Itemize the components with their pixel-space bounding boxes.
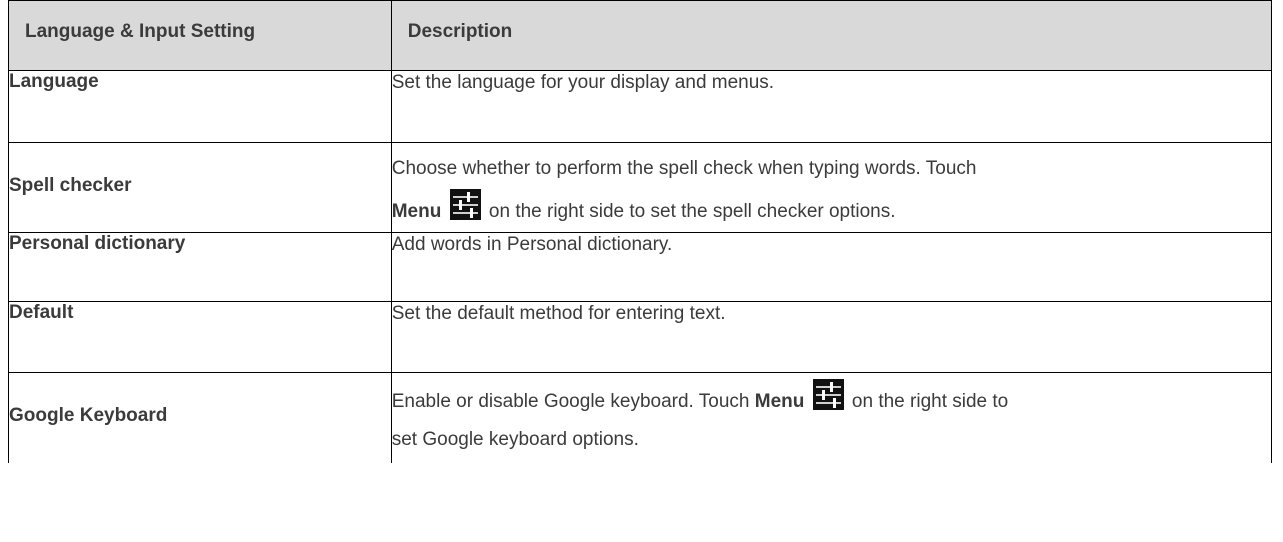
menu-label: Menu: [391, 201, 442, 222]
setting-description: Choose whether to perform the spell chec…: [390, 142, 1273, 233]
description-text: on the right side to set the spell check…: [488, 201, 896, 222]
setting-description: Set the language for your display and me…: [390, 70, 1273, 143]
description-text: on the right side to: [851, 391, 1009, 412]
settings-sliders-icon: [449, 189, 481, 220]
setting-description: Set the default method for entering text…: [390, 301, 1273, 373]
header-setting: Language & Input Setting: [8, 0, 392, 71]
table-row: Personal dictionary Add words in Persona…: [8, 232, 1273, 302]
setting-name: Default: [8, 301, 392, 373]
table-row: Google Keyboard Enable or disable Google…: [8, 372, 1273, 463]
table-row: Language Set the language for your displ…: [8, 70, 1273, 143]
setting-description: Enable or disable Google keyboard. Touch…: [390, 372, 1273, 463]
settings-sliders-icon: [812, 379, 844, 410]
setting-name: Google Keyboard: [8, 372, 392, 463]
setting-description: Add words in Personal dictionary.: [390, 232, 1273, 302]
setting-name: Personal dictionary: [8, 232, 392, 302]
description-text: set Google keyboard options.: [391, 429, 639, 450]
table-row: Spell checker Choose whether to perform …: [8, 142, 1273, 233]
description-text: Choose whether to perform the spell chec…: [391, 158, 977, 179]
setting-name: Language: [8, 70, 392, 143]
header-description: Description: [390, 0, 1273, 71]
setting-name: Spell checker: [8, 142, 392, 233]
description-text: Enable or disable Google keyboard. Touch: [391, 391, 750, 412]
table-row: Default Set the default method for enter…: [8, 301, 1273, 373]
menu-label: Menu: [754, 391, 805, 412]
table-header-row: Language & Input Setting Description: [8, 0, 1273, 71]
settings-table: Language & Input Setting Description Lan…: [8, 0, 1273, 463]
